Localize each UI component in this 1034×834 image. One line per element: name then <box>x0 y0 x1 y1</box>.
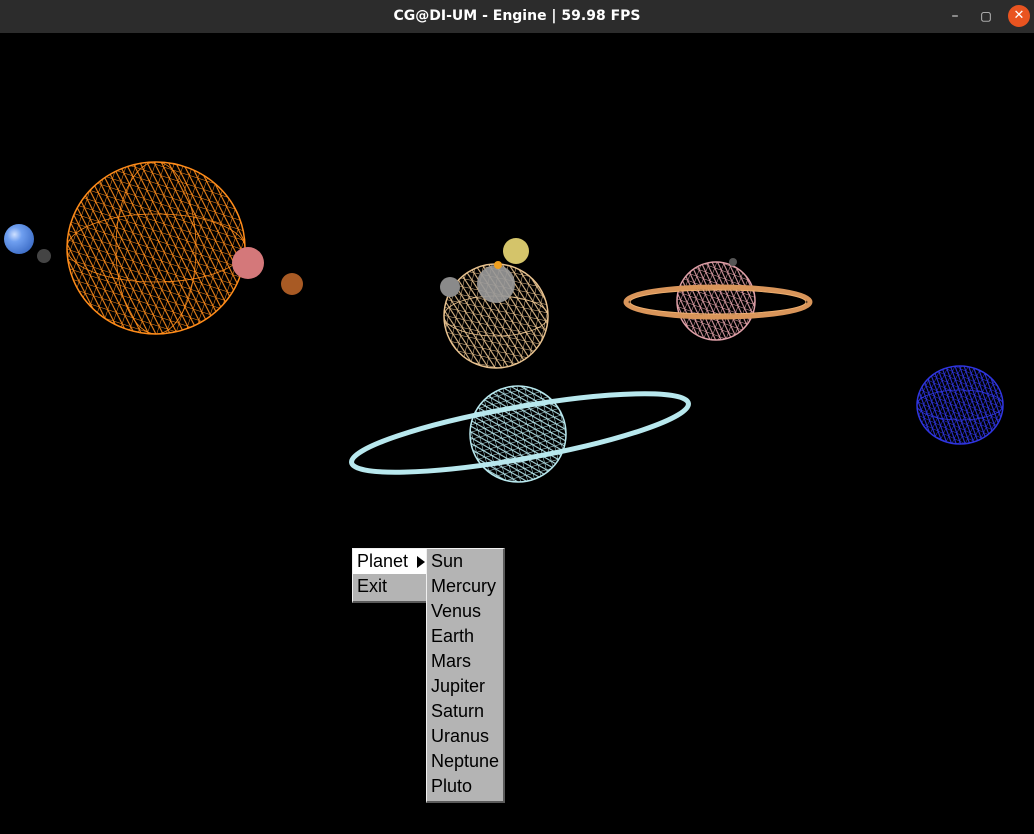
jupiter-moon-b <box>440 277 460 297</box>
context-menu: Planet Exit <box>352 548 428 603</box>
submenu-item-saturn[interactable]: Saturn <box>427 699 503 724</box>
title-bar[interactable]: CG@DI-UM - Engine | 59.98 FPS – ▢ ✕ <box>0 0 1034 33</box>
submenu-arrow-icon <box>417 556 425 568</box>
earth-body <box>281 273 303 295</box>
submenu-item-uranus[interactable]: Uranus <box>427 724 503 749</box>
maximize-button[interactable]: ▢ <box>974 4 998 28</box>
solar-system-scene <box>4 161 1004 483</box>
mercury-body <box>4 224 34 254</box>
jupiter-moon-d <box>494 261 502 269</box>
planet-submenu: Sun Mercury Venus Earth Mars Jupiter Sat… <box>426 548 505 803</box>
uranus-body <box>349 385 691 483</box>
saturn-body <box>623 261 813 341</box>
submenu-item-earth[interactable]: Earth <box>427 624 503 649</box>
neptune-body <box>916 365 1004 445</box>
sun-body <box>66 161 246 335</box>
menu-item-exit[interactable]: Exit <box>353 574 426 599</box>
jupiter-moon-a <box>503 238 529 264</box>
saturn-moon <box>729 258 737 266</box>
render-viewport[interactable] <box>0 33 1034 834</box>
mercury-moon <box>37 249 51 263</box>
menu-item-planet[interactable]: Planet <box>353 549 426 574</box>
menu-item-label: Planet <box>357 551 409 571</box>
submenu-item-jupiter[interactable]: Jupiter <box>427 674 503 699</box>
jupiter-moon-c <box>477 265 515 303</box>
minimize-button[interactable]: – <box>943 4 967 28</box>
submenu-item-mercury[interactable]: Mercury <box>427 574 503 599</box>
submenu-item-venus[interactable]: Venus <box>427 599 503 624</box>
menu-item-label: Exit <box>357 576 388 596</box>
submenu-item-neptune[interactable]: Neptune <box>427 749 503 774</box>
venus-body <box>232 247 264 279</box>
submenu-item-mars[interactable]: Mars <box>427 649 503 674</box>
submenu-item-pluto[interactable]: Pluto <box>427 774 503 799</box>
close-button[interactable]: ✕ <box>1008 5 1030 27</box>
submenu-item-sun[interactable]: Sun <box>427 549 503 574</box>
window-title: CG@DI-UM - Engine | 59.98 FPS <box>393 8 641 24</box>
